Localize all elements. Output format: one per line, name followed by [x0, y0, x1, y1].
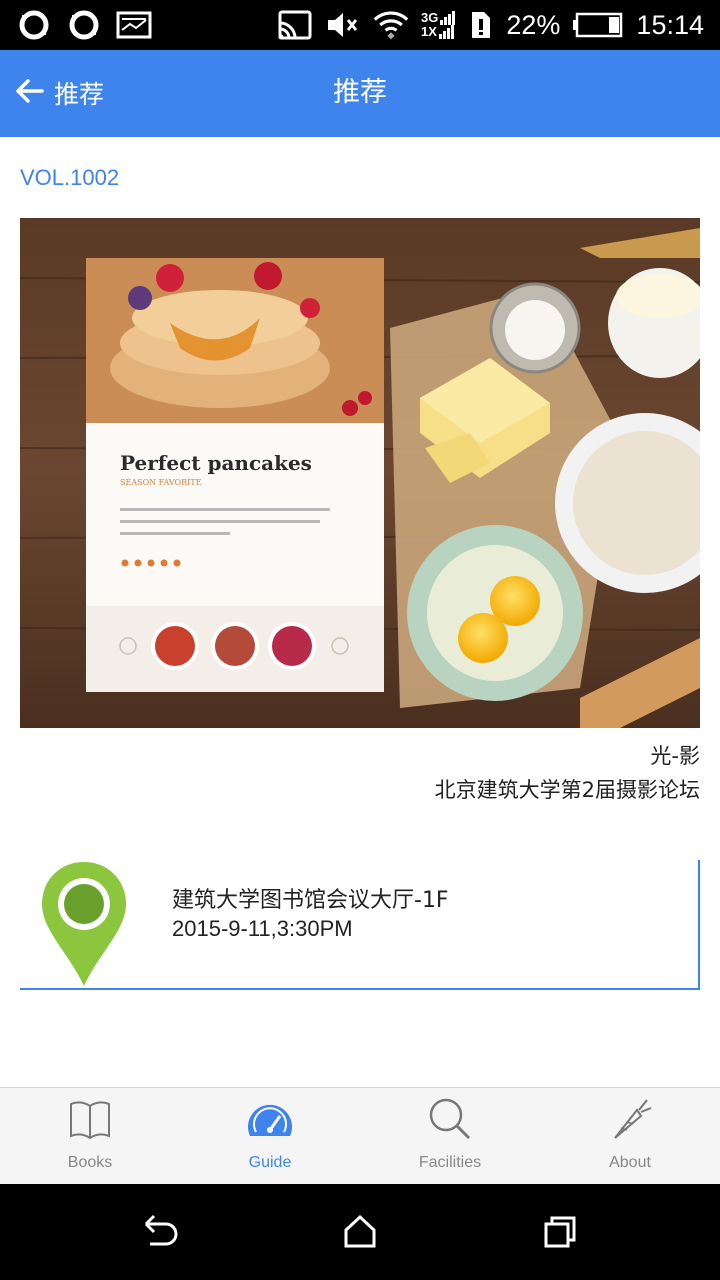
sync-icon — [16, 7, 52, 43]
hero-image[interactable]: Perfect pancakes SEASON FAVORITE — [20, 218, 700, 728]
location-datetime: 2015-9-11,3:30PM — [172, 916, 353, 941]
back-icon[interactable] — [140, 1212, 180, 1252]
tab-books[interactable]: Books — [0, 1088, 180, 1185]
mute-icon — [325, 7, 361, 43]
card-subtitle: SEASON FAVORITE — [120, 478, 202, 487]
search-icon — [360, 1096, 540, 1142]
book-icon — [0, 1096, 180, 1142]
battery-percent: 22% — [506, 9, 561, 40]
clock: 15:14 — [636, 9, 704, 40]
tab-label: Guide — [248, 1154, 292, 1171]
app-bar: 推荐 推荐 — [0, 50, 720, 137]
tab-about[interactable]: About — [540, 1088, 720, 1185]
tab-facilities[interactable]: Facilities — [360, 1088, 540, 1185]
status-bar: 3G 1X 22% 15:14 — [0, 0, 720, 50]
volume-label: VOL.1002 — [20, 165, 120, 190]
battery-icon — [572, 7, 624, 43]
bottom-tab-bar: Books Guide Facilities About — [0, 1087, 720, 1185]
tab-label: Books — [67, 1154, 113, 1171]
carrot-icon — [540, 1096, 720, 1142]
caption-subtitle: 北京建筑大学第2届摄影论坛 — [434, 778, 700, 802]
card-title: Perfect pancakes — [120, 451, 312, 475]
tab-label: About — [609, 1154, 651, 1171]
home-icon[interactable] — [340, 1212, 380, 1252]
screen-icon — [116, 7, 152, 43]
tab-guide[interactable]: Guide — [180, 1088, 360, 1185]
speedometer-icon — [180, 1096, 360, 1144]
location-place: 建筑大学图书馆会议大厅-1F — [172, 888, 449, 913]
network-indicator: 3G 1X — [421, 11, 456, 39]
location-card[interactable]: 建筑大学图书馆会议大厅-1F 2015-9-11,3:30PM — [20, 860, 700, 990]
map-pin-icon — [40, 860, 128, 992]
sync-icon — [66, 7, 102, 43]
system-nav-bar — [0, 1184, 720, 1280]
caption-title: 光-影 — [650, 744, 700, 768]
sim-alert-icon — [468, 7, 494, 43]
recents-icon[interactable] — [540, 1212, 580, 1252]
tab-label: Facilities — [418, 1154, 482, 1171]
wifi-icon — [373, 7, 409, 43]
cast-icon — [277, 7, 313, 43]
page-title: 推荐 — [333, 77, 387, 108]
